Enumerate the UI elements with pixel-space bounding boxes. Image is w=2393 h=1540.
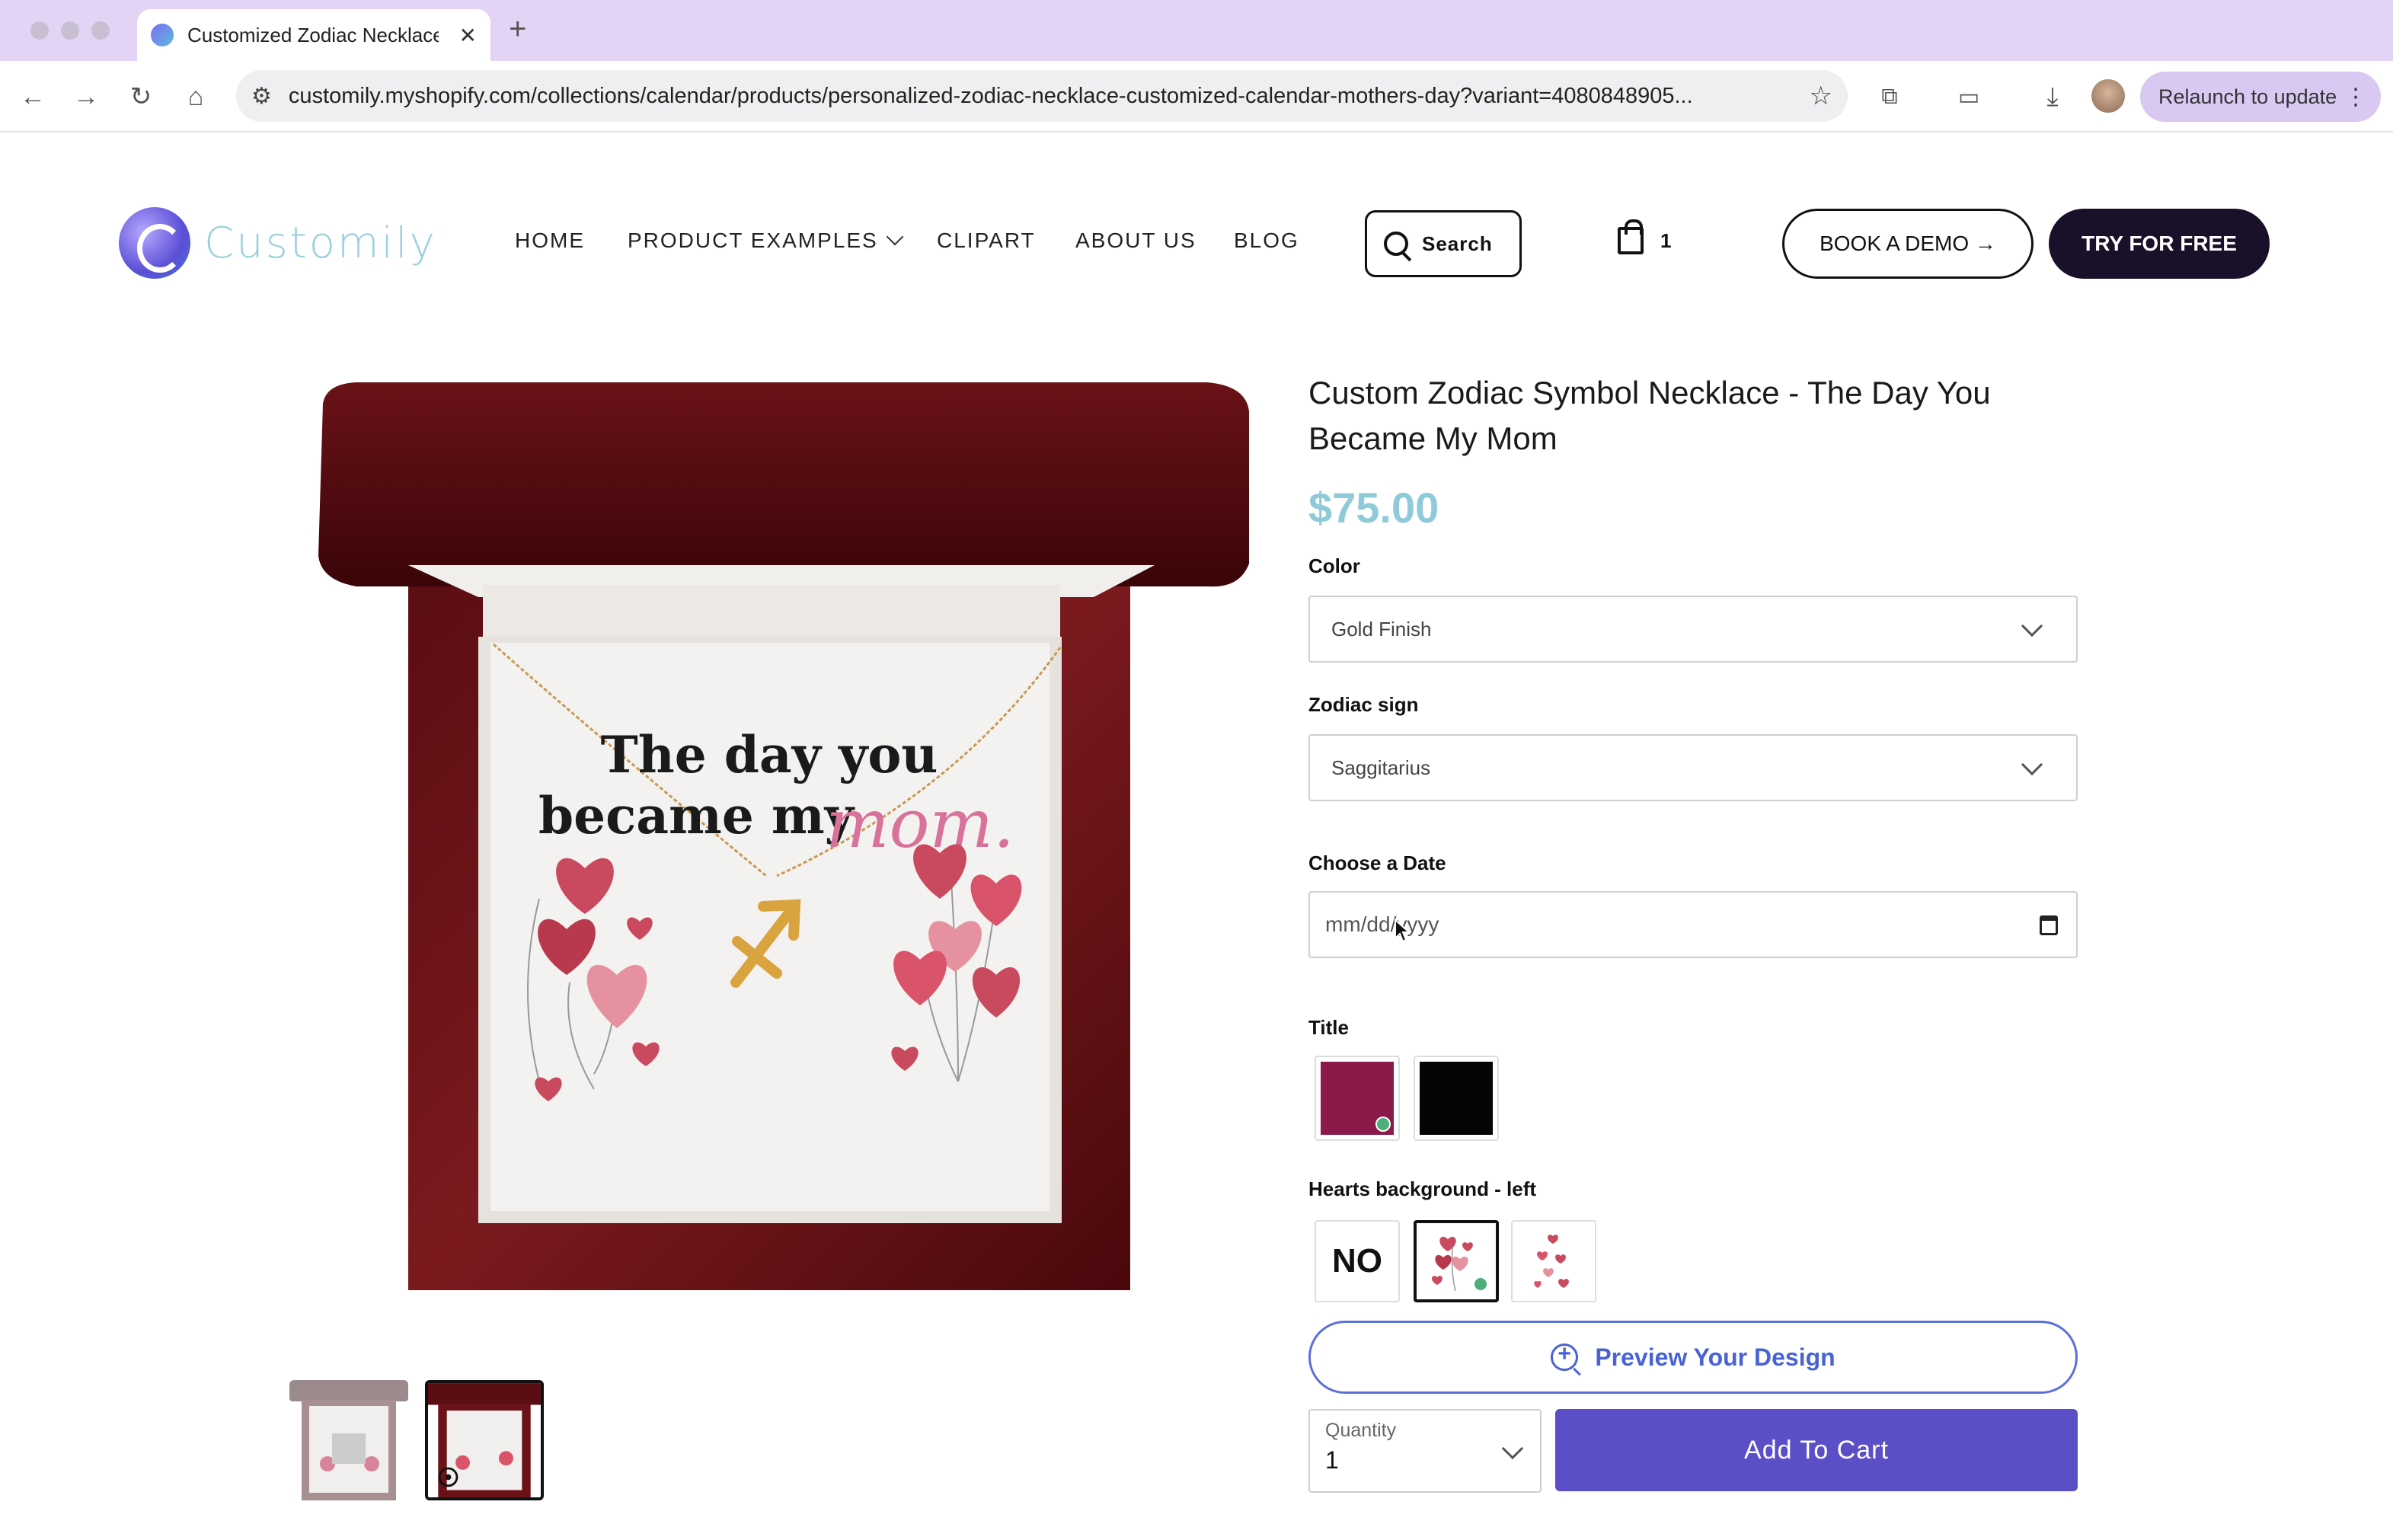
nav-blog[interactable]: BLOG — [1234, 228, 1299, 253]
window-minimize-control[interactable] — [61, 21, 79, 40]
browser-toolbar: ← → ↻ ⌂ ⚙ customily.myshopify.com/collec… — [0, 61, 2393, 133]
download-icon[interactable]: ⤓ — [2034, 78, 2072, 116]
product-thumbnail-2-selected[interactable] — [425, 1380, 544, 1500]
selected-check-icon — [1375, 1117, 1391, 1132]
customily-logo[interactable]: Customily — [119, 207, 437, 279]
back-arrow-icon[interactable]: ← — [14, 78, 52, 116]
home-icon[interactable]: ⌂ — [177, 78, 215, 116]
quantity-select[interactable]: Quantity 1 — [1308, 1409, 1542, 1493]
nav-about-us[interactable]: ABOUT US — [1075, 228, 1196, 253]
chevron-down-icon — [2021, 753, 2043, 776]
shopping-bag-icon — [1618, 219, 1644, 254]
quantity-label: Quantity — [1325, 1420, 1397, 1441]
window-zoom-control[interactable] — [91, 21, 110, 40]
search-label: Search — [1422, 232, 1493, 255]
site-search-button[interactable]: Search — [1365, 210, 1522, 277]
relaunch-label: Relaunch to update — [2158, 85, 2337, 108]
color-select[interactable]: Gold Finish — [1308, 596, 2078, 663]
site-info-icon[interactable]: ⚙ — [251, 83, 272, 110]
nav-home[interactable]: HOME — [515, 228, 585, 253]
color-select-value: Gold Finish — [1331, 617, 1432, 641]
more-menu-icon[interactable]: ⋮ — [2344, 84, 2367, 110]
hearts-option-no-text: NO — [1332, 1242, 1382, 1280]
hearts-option-balloons[interactable] — [1414, 1220, 1499, 1302]
tab-title: Customized Zodiac Necklace — [187, 23, 439, 46]
tab-search-icon[interactable]: ▭ — [1950, 78, 1988, 116]
title-label: Title — [1308, 1016, 1349, 1039]
browser-tab-bar: Customized Zodiac Necklace ✕ + — [0, 0, 2393, 61]
forward-arrow-icon[interactable]: → — [67, 78, 105, 116]
chevron-down-icon — [886, 228, 903, 246]
profile-avatar[interactable] — [2091, 79, 2125, 113]
color-label: Color — [1308, 554, 1360, 577]
product-title: Custom Zodiac Symbol Necklace - The Day … — [1308, 375, 1991, 456]
gift-box-lid — [318, 382, 1249, 587]
nav-product-examples[interactable]: PRODUCT EXAMPLES — [628, 228, 903, 253]
preview-design-button[interactable]: Preview Your Design — [1308, 1321, 2078, 1394]
product-thumbnail-1[interactable] — [289, 1380, 408, 1500]
selected-check-icon — [1473, 1276, 1488, 1292]
zoom-in-icon — [1551, 1341, 1579, 1371]
address-bar[interactable]: ⚙ customily.myshopify.com/collections/ca… — [236, 70, 1848, 122]
product-price: $75.00 — [1308, 484, 1439, 532]
try-for-free-button[interactable]: TRY FOR FREE — [2049, 209, 2270, 279]
title-swatch-burgundy[interactable] — [1315, 1056, 1400, 1141]
window-close-control[interactable] — [30, 21, 49, 40]
customily-logo-mark-icon — [119, 207, 190, 279]
scattered-hearts-icon — [1534, 1235, 1569, 1288]
preview-design-label: Preview Your Design — [1595, 1343, 1835, 1371]
bookmark-star-icon[interactable]: ☆ — [1810, 81, 1832, 111]
chevron-down-icon — [2021, 615, 2043, 637]
cart-button[interactable]: 1 — [1618, 219, 1672, 254]
calendar-icon[interactable] — [2040, 915, 2058, 935]
browser-tab-active[interactable]: Customized Zodiac Necklace ✕ — [137, 9, 490, 61]
date-label: Choose a Date — [1308, 851, 1446, 874]
new-tab-button[interactable]: + — [509, 12, 526, 46]
add-to-cart-button[interactable]: Add To Cart — [1555, 1409, 2078, 1491]
hearts-option-scattered[interactable] — [1511, 1220, 1596, 1302]
zodiac-select-value: Saggitarius — [1331, 756, 1431, 779]
swatch-fill-black — [1420, 1062, 1493, 1135]
url-text: customily.myshopify.com/collections/cale… — [288, 83, 1693, 108]
title-swatch-black[interactable] — [1414, 1056, 1499, 1141]
mouse-cursor-icon — [1395, 919, 1411, 943]
card-text-line1: The day you — [601, 725, 938, 784]
product-main-image[interactable]: The day you became my mom. — [311, 381, 1252, 1295]
customily-favicon-icon — [151, 24, 174, 46]
nav-clipart[interactable]: CLIPART — [937, 228, 1036, 253]
date-placeholder: mm/dd/yyyy — [1325, 912, 1439, 936]
zodiac-select[interactable]: Saggitarius — [1308, 734, 2078, 801]
quantity-value: 1 — [1325, 1446, 1339, 1474]
zodiac-label: Zodiac sign — [1308, 693, 1419, 716]
reload-icon[interactable]: ↻ — [122, 78, 160, 116]
tab-close-icon[interactable]: ✕ — [459, 23, 477, 48]
nav-product-examples-label: PRODUCT EXAMPLES — [628, 228, 878, 252]
hearts-option-no[interactable]: NO — [1315, 1220, 1400, 1302]
extensions-puzzle-icon[interactable]: ⧉ — [1871, 78, 1909, 116]
date-input[interactable]: mm/dd/yyyy — [1308, 891, 2078, 958]
book-demo-button[interactable]: BOOK A DEMO → — [1782, 209, 2034, 279]
hearts-label: Hearts background - left — [1308, 1177, 1537, 1200]
search-icon — [1384, 232, 1408, 256]
cart-count: 1 — [1660, 228, 1672, 252]
logo-wordmark: Customily — [204, 218, 437, 268]
card-text-line2: became my — [538, 786, 855, 845]
relaunch-button[interactable]: Relaunch to update ⋮ — [2140, 72, 2381, 122]
